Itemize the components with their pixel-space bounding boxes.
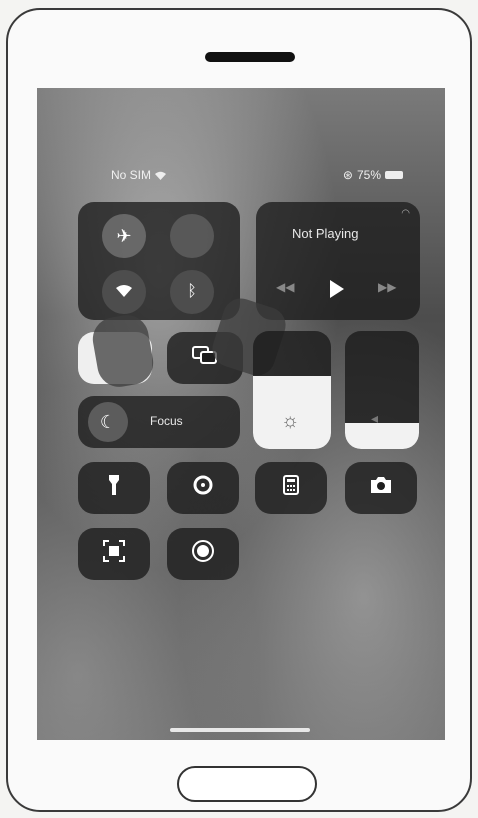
- carrier-text: No SIM: [111, 168, 152, 182]
- home-indicator[interactable]: [170, 728, 310, 732]
- play-icon[interactable]: [330, 280, 344, 298]
- wifi-toggle[interactable]: [102, 270, 146, 314]
- timer-button[interactable]: [167, 462, 239, 514]
- record-icon: [191, 539, 215, 569]
- camera-icon: [369, 476, 393, 500]
- wifi-status-icon: [154, 168, 167, 182]
- volume-fill: [345, 423, 419, 449]
- now-playing-tile[interactable]: ◠ Not Playing ◀◀ ▶▶: [256, 202, 420, 320]
- status-bar: No SIM ⊛ 75%: [37, 168, 445, 188]
- focus-button[interactable]: ☾ Focus: [78, 396, 240, 448]
- connectivity-tile: ✈ ᛒ: [78, 202, 240, 320]
- home-button[interactable]: [177, 766, 317, 802]
- timer-icon: [192, 474, 214, 502]
- carrier-label: No SIM: [111, 168, 167, 182]
- flashlight-icon: [108, 474, 120, 502]
- battery-indicator: ⊛ 75%: [343, 168, 403, 182]
- speaker-slot: [205, 52, 295, 62]
- airplane-mode-toggle[interactable]: ✈: [102, 214, 146, 258]
- calculator-icon: [283, 475, 299, 501]
- screen-recording-button[interactable]: [167, 528, 239, 580]
- camera-button[interactable]: [345, 462, 417, 514]
- bluetooth-toggle[interactable]: ᛒ: [170, 270, 214, 314]
- cellular-toggle[interactable]: [170, 214, 214, 258]
- now-playing-title: Not Playing: [292, 226, 359, 241]
- moon-icon: ☾: [99, 411, 117, 432]
- calculator-button[interactable]: [255, 462, 327, 514]
- brightness-slider[interactable]: ☼: [253, 331, 331, 449]
- qr-code-icon: [103, 540, 125, 568]
- battery-icon: [385, 171, 403, 179]
- orientation-lock-icon: ⊛: [342, 168, 353, 182]
- airplane-icon: ✈: [116, 225, 132, 246]
- airplay-icon[interactable]: ◠: [401, 208, 410, 219]
- volume-slider[interactable]: ◂: [345, 331, 419, 449]
- previous-track-icon[interactable]: ◀◀: [276, 280, 294, 294]
- code-scanner-button[interactable]: [78, 528, 150, 580]
- wifi-icon: [115, 282, 133, 303]
- control-center-screen: No SIM ⊛ 75% ✈ ᛒ ◠ Not Playing ◀◀ ▶▶ ☼ ◂…: [37, 88, 445, 740]
- next-track-icon[interactable]: ▶▶: [378, 280, 396, 294]
- brightness-icon: ☼: [281, 410, 300, 432]
- speaker-icon: ◂: [371, 410, 379, 426]
- battery-percent: 75%: [356, 168, 381, 182]
- bluetooth-icon: ᛒ: [187, 283, 197, 300]
- moon-icon-circle: ☾: [88, 402, 128, 442]
- focus-label: Focus: [150, 414, 183, 428]
- flashlight-button[interactable]: [78, 462, 150, 514]
